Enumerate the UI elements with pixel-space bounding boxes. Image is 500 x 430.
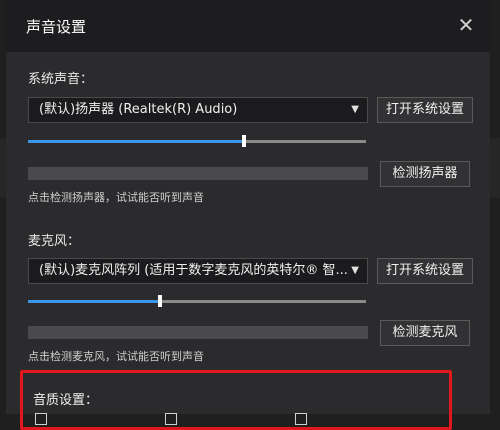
speaker-level-meter — [28, 167, 368, 180]
sound-settings-dialog: 声音设置 ✕ 系统声音： (默认)扬声器 (Realtek(R) Audio) … — [6, 0, 490, 430]
test-microphone-button[interactable]: 检测麦克风 — [380, 320, 470, 346]
dialog-titlebar: 声音设置 ✕ — [6, 0, 490, 52]
microphone-test-hint: 点击检测麦克风，试试能否听到声音 — [28, 350, 204, 363]
speaker-volume-slider[interactable] — [28, 135, 366, 147]
system-sound-label: 系统声音： — [28, 72, 94, 87]
speaker-device-value: (默认)扬声器 (Realtek(R) Audio) — [39, 102, 238, 117]
dialog-title: 声音设置 — [26, 18, 87, 36]
quality-checkbox[interactable] — [35, 413, 47, 425]
microphone-volume-slider[interactable] — [28, 295, 366, 307]
open-system-settings-button[interactable]: 打开系统设置 — [377, 258, 473, 284]
quality-settings-highlight: 音质设置： — [20, 370, 452, 430]
speaker-device-select[interactable]: (默认)扬声器 (Realtek(R) Audio) ▼ — [28, 97, 368, 123]
microphone-label: 麦克风： — [28, 234, 81, 249]
microphone-device-select[interactable]: (默认)麦克风阵列 (适用于数字麦克风的英特尔® 智... ▼ — [28, 258, 368, 284]
chevron-down-icon: ▼ — [351, 265, 359, 276]
speaker-test-hint: 点击检测扬声器，试试能否听到声音 — [28, 191, 204, 204]
open-system-settings-button[interactable]: 打开系统设置 — [377, 97, 473, 123]
quality-settings-label: 音质设置： — [33, 393, 99, 408]
quality-checkbox[interactable] — [165, 413, 177, 425]
test-speaker-button[interactable]: 检测扬声器 — [380, 161, 470, 187]
speaker-volume-thumb[interactable] — [242, 135, 247, 147]
chevron-down-icon: ▼ — [351, 104, 359, 115]
quality-checkbox[interactable] — [295, 413, 307, 425]
background-window-strip — [490, 138, 500, 198]
microphone-level-meter — [28, 326, 368, 339]
microphone-volume-thumb[interactable] — [157, 295, 162, 307]
close-icon[interactable]: ✕ — [454, 13, 478, 37]
microphone-volume-fill — [28, 300, 160, 303]
microphone-device-value: (默认)麦克风阵列 (适用于数字麦克风的英特尔® 智... — [39, 263, 348, 278]
speaker-volume-fill — [28, 140, 245, 143]
